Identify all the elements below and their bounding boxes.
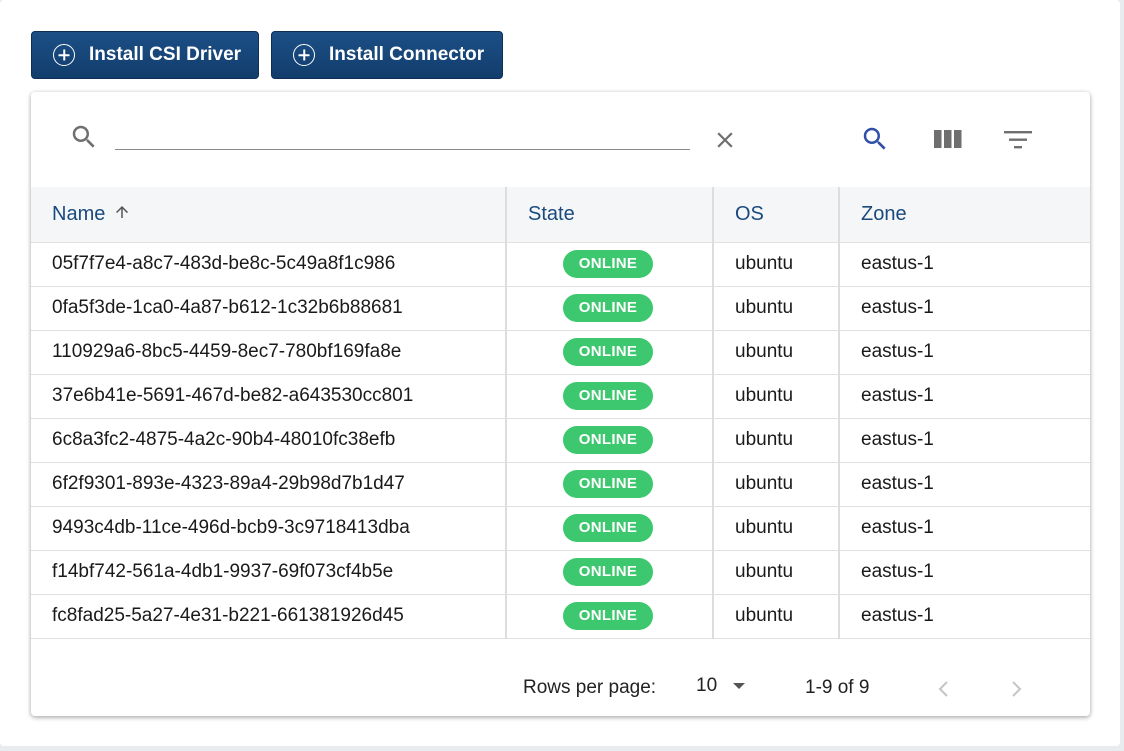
install-connector-button[interactable]: Install Connector xyxy=(271,31,503,79)
pagination-range: 1-9 of 9 xyxy=(805,677,870,698)
cell-state: ONLINE xyxy=(505,374,713,418)
cell-zone: eastus-1 xyxy=(838,462,1090,506)
view-columns-icon[interactable] xyxy=(934,128,962,150)
add-circle-icon xyxy=(53,44,75,66)
cell-state: ONLINE xyxy=(505,550,713,594)
table-row[interactable]: 110929a6-8bc5-4459-8ec7-780bf169fa8e ONLI… xyxy=(31,330,1090,374)
column-header-label: Name xyxy=(52,202,106,225)
caret-down-icon xyxy=(733,683,746,689)
table-row[interactable]: f14bf742-561a-4db1-9937-69f073cf4b5e ONLI… xyxy=(31,550,1090,594)
cell-os: ubuntu xyxy=(712,330,839,374)
cell-state: ONLINE xyxy=(505,418,713,462)
table-row[interactable]: 6f2f9301-893e-4323-89a4-29b98d7b1d47 ONLI… xyxy=(31,462,1090,506)
column-header-label: Zone xyxy=(861,202,907,225)
cell-zone: eastus-1 xyxy=(838,594,1090,638)
status-badge: ONLINE xyxy=(563,470,653,498)
cell-name: 110929a6-8bc5-4459-8ec7-780bf169fa8e xyxy=(52,341,402,362)
rows-per-page-select[interactable]: 10 xyxy=(696,675,746,697)
status-badge: ONLINE xyxy=(563,602,653,630)
cell-zone: eastus-1 xyxy=(838,242,1090,286)
cell-os: ubuntu xyxy=(712,374,839,418)
cell-os: ubuntu xyxy=(712,550,839,594)
status-badge: ONLINE xyxy=(563,250,653,278)
table-toolbar xyxy=(31,92,1090,187)
page: Install CSI Driver Install Connector Nam… xyxy=(0,0,1120,746)
column-header-state[interactable]: State xyxy=(505,187,713,242)
cell-os: ubuntu xyxy=(712,418,839,462)
status-badge: ONLINE xyxy=(563,294,653,322)
search-input[interactable] xyxy=(115,118,690,150)
cell-os: ubuntu xyxy=(712,286,839,330)
cell-name: 9493c4db-11ce-496d-bcb9-3c9718413dba xyxy=(52,517,410,538)
chevron-right-icon[interactable] xyxy=(1008,679,1024,699)
cell-zone: eastus-1 xyxy=(838,418,1090,462)
column-header-label: State xyxy=(528,202,575,225)
cell-state: ONLINE xyxy=(505,330,713,374)
table-row[interactable]: 0fa5f3de-1ca0-4a87-b612-1c32b6b88681 ONLI… xyxy=(31,286,1090,330)
cell-os: ubuntu xyxy=(712,462,839,506)
status-badge: ONLINE xyxy=(563,338,653,366)
rows-per-page-value: 10 xyxy=(696,675,718,696)
pagination-footer: Rows per page: 10 1-9 of 9 xyxy=(31,658,1090,716)
cell-name: fc8fad25-5a27-4e31-b221-661381926d45 xyxy=(52,605,404,626)
cell-os: ubuntu xyxy=(712,506,839,550)
cell-state: ONLINE xyxy=(505,286,713,330)
cell-os: ubuntu xyxy=(712,242,839,286)
arrow-up-icon xyxy=(116,205,129,218)
close-icon[interactable] xyxy=(712,127,738,153)
table-row[interactable]: 6c8a3fc2-4875-4a2c-90b4-48010fc38efb ONLI… xyxy=(31,418,1090,462)
install-connector-label: Install Connector xyxy=(329,44,485,65)
cell-state: ONLINE xyxy=(505,506,713,550)
nodes-table-card: Name State OS Zone 05f7f7e4-a8c7-483d-be… xyxy=(31,92,1090,716)
table-header-row: Name State OS Zone xyxy=(31,187,1090,242)
column-header-os[interactable]: OS xyxy=(712,187,839,242)
chevron-left-icon[interactable] xyxy=(936,679,952,699)
cell-zone: eastus-1 xyxy=(838,286,1090,330)
cell-name: 37e6b41e-5691-467d-be82-a643530cc801 xyxy=(52,385,414,406)
status-badge: ONLINE xyxy=(563,426,653,454)
rows-per-page-label: Rows per page: xyxy=(523,677,657,698)
column-header-name[interactable]: Name xyxy=(31,187,506,242)
cell-state: ONLINE xyxy=(505,242,713,286)
install-csi-driver-button[interactable]: Install CSI Driver xyxy=(31,31,259,79)
table-row[interactable]: 37e6b41e-5691-467d-be82-a643530cc801 ONLI… xyxy=(31,374,1090,418)
cell-name: 0fa5f3de-1ca0-4a87-b612-1c32b6b88681 xyxy=(52,297,403,318)
cell-name: 6f2f9301-893e-4323-89a4-29b98d7b1d47 xyxy=(52,473,405,494)
filter-icon[interactable] xyxy=(1004,130,1032,150)
cell-zone: eastus-1 xyxy=(838,506,1090,550)
nodes-table: Name State OS Zone 05f7f7e4-a8c7-483d-be… xyxy=(31,187,1090,639)
add-circle-icon xyxy=(293,44,315,66)
table-row[interactable]: fc8fad25-5a27-4e31-b221-661381926d45 ONLI… xyxy=(31,594,1090,638)
table-row[interactable]: 05f7f7e4-a8c7-483d-be8c-5c49a8f1c986 ONLI… xyxy=(31,242,1090,286)
status-badge: ONLINE xyxy=(563,558,653,586)
cell-zone: eastus-1 xyxy=(838,330,1090,374)
table-body: 05f7f7e4-a8c7-483d-be8c-5c49a8f1c986 ONLI… xyxy=(31,242,1090,638)
cell-zone: eastus-1 xyxy=(838,550,1090,594)
cell-name: 05f7f7e4-a8c7-483d-be8c-5c49a8f1c986 xyxy=(52,253,396,274)
status-badge: ONLINE xyxy=(563,382,653,410)
column-header-label: OS xyxy=(735,202,764,225)
cell-state: ONLINE xyxy=(505,594,713,638)
install-csi-driver-label: Install CSI Driver xyxy=(89,44,242,65)
column-header-zone[interactable]: Zone xyxy=(838,187,1090,242)
search-icon xyxy=(72,125,95,148)
table-row[interactable]: 9493c4db-11ce-496d-bcb9-3c9718413dba ONLI… xyxy=(31,506,1090,550)
status-badge: ONLINE xyxy=(563,514,653,542)
cell-os: ubuntu xyxy=(712,594,839,638)
cell-name: 6c8a3fc2-4875-4a2c-90b4-48010fc38efb xyxy=(52,429,396,450)
search-icon[interactable] xyxy=(860,124,890,154)
cell-state: ONLINE xyxy=(505,462,713,506)
cell-name: f14bf742-561a-4db1-9937-69f073cf4b5e xyxy=(52,561,394,582)
cell-zone: eastus-1 xyxy=(838,374,1090,418)
